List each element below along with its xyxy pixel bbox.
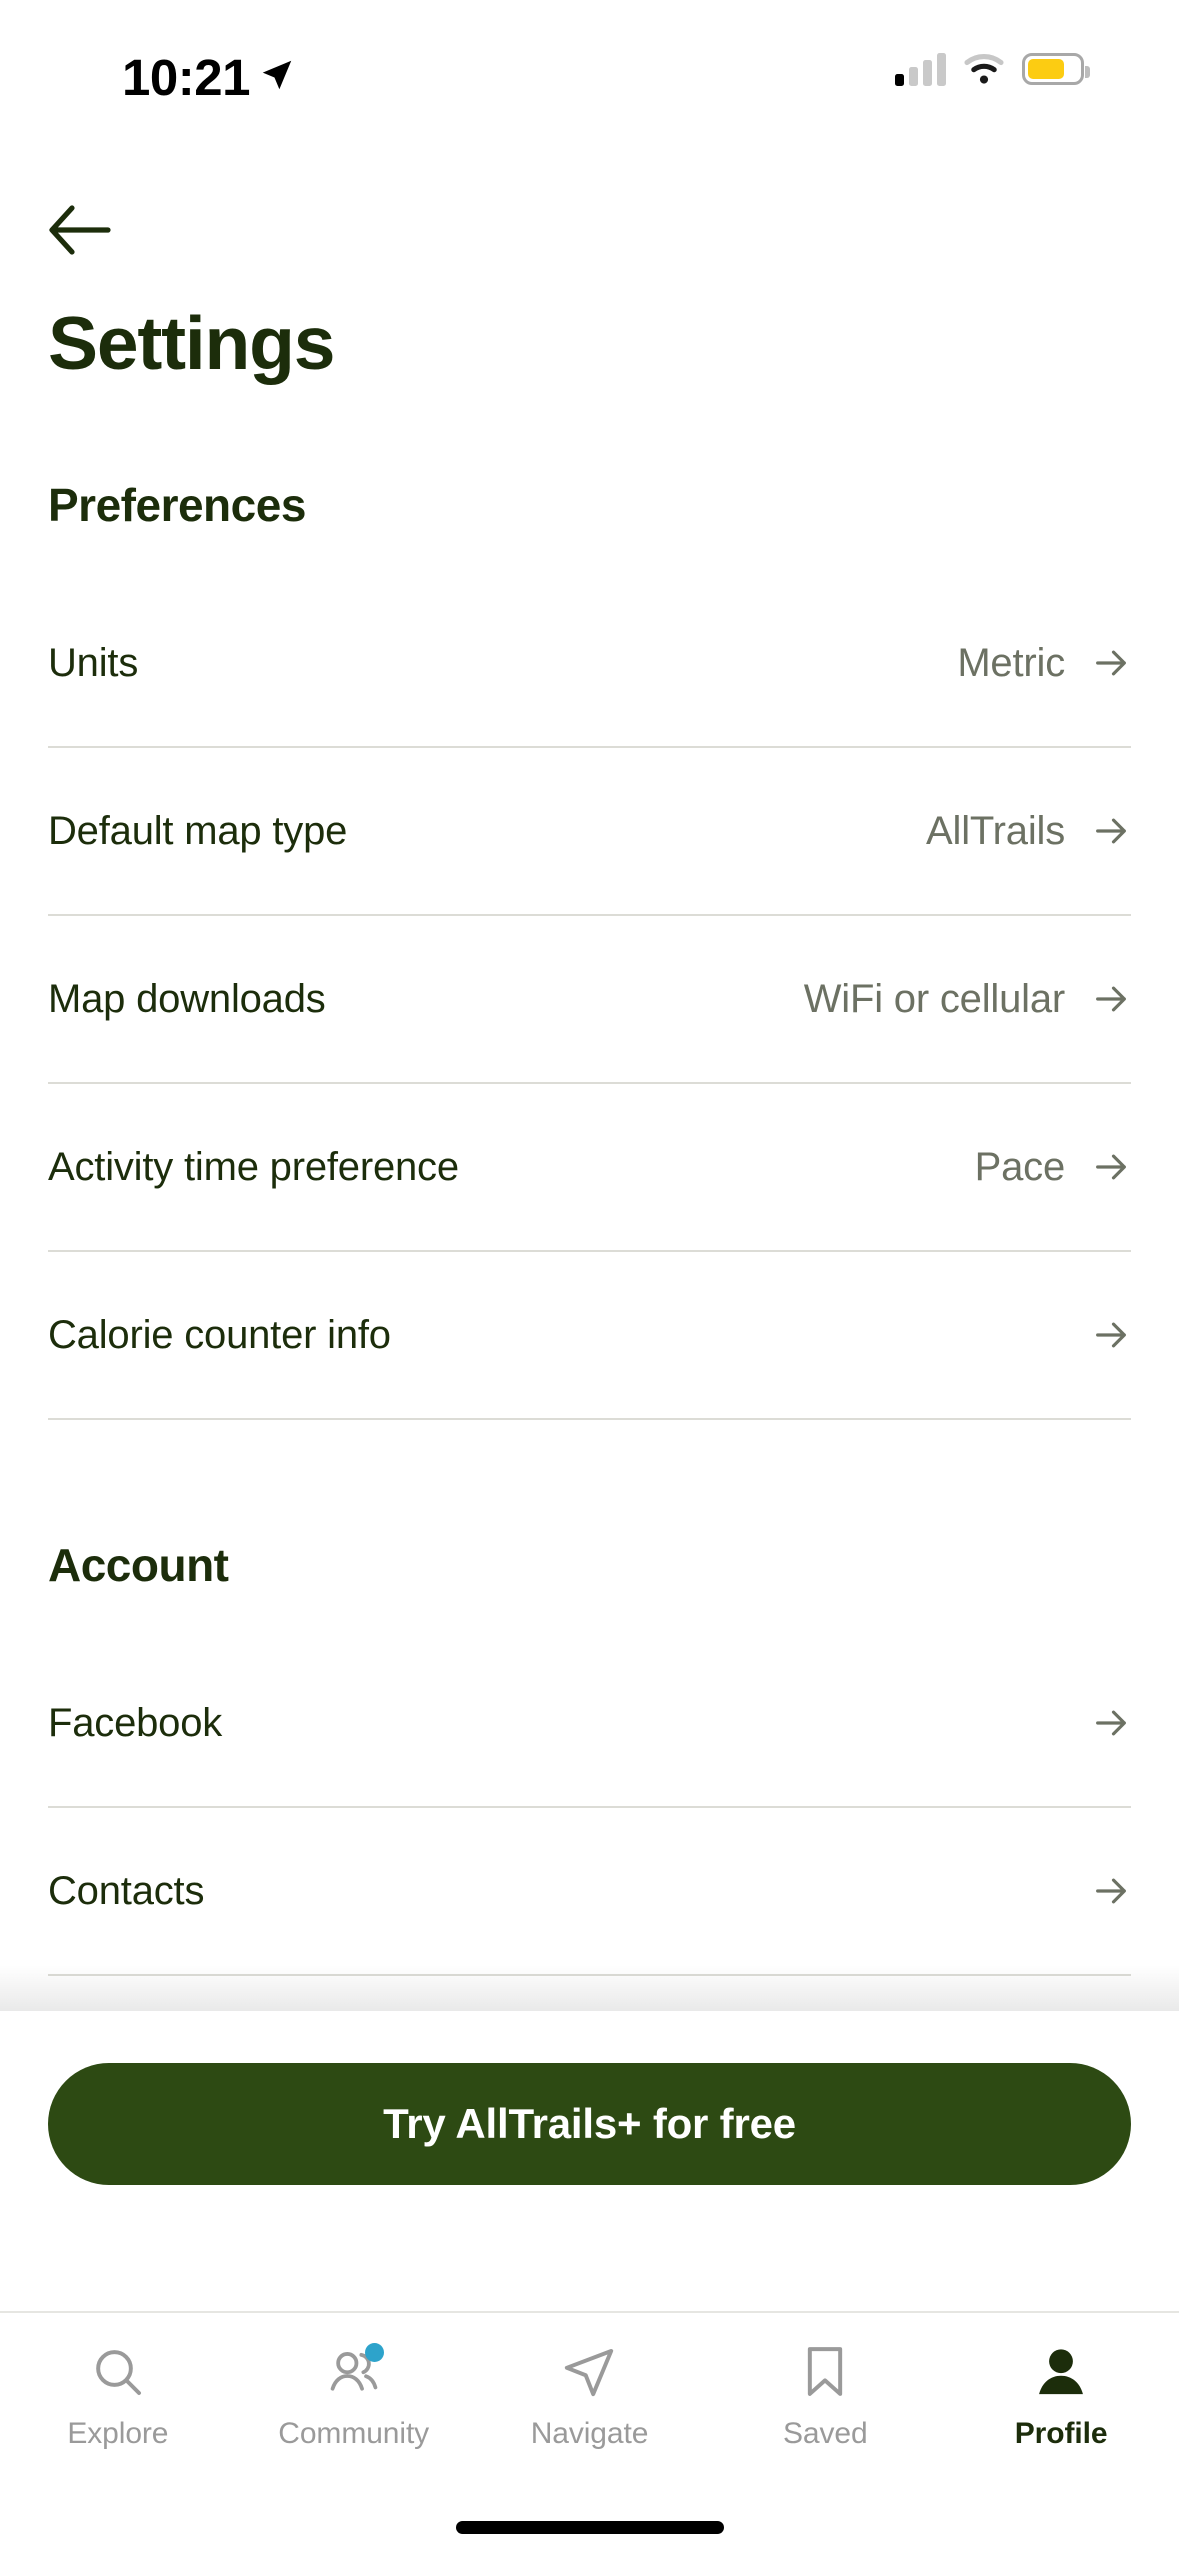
status-bar-time: 10:21 xyxy=(122,49,250,106)
settings-row-map-downloads[interactable]: Map downloads WiFi or cellular xyxy=(48,916,1131,1084)
try-alltrails-plus-button[interactable]: Try AllTrails+ for free xyxy=(48,2063,1131,2185)
people-icon xyxy=(323,2341,385,2403)
row-label: Calorie counter info xyxy=(48,1312,391,1357)
row-label: Activity time preference xyxy=(48,1144,459,1189)
tab-label: Navigate xyxy=(530,2417,649,2450)
row-right xyxy=(1065,1315,1131,1355)
row-right xyxy=(1065,1871,1131,1911)
row-right: WiFi or cellular xyxy=(804,977,1131,1022)
row-value: Pace xyxy=(974,1144,1066,1189)
arrow-left-icon xyxy=(49,205,111,255)
tab-profile[interactable]: Profile xyxy=(943,2341,1179,2451)
arrow-right-icon xyxy=(1096,1710,1126,1736)
bookmark-icon xyxy=(794,2341,856,2403)
home-indicator xyxy=(455,2521,724,2534)
battery-low-power-icon xyxy=(1022,53,1090,85)
status-bar: 10:21 xyxy=(0,0,1179,140)
tab-label: Community xyxy=(278,2417,430,2450)
section-heading-account: Account xyxy=(48,1539,229,1591)
row-label: Facebook xyxy=(48,1700,223,1745)
settings-screen: 10:21 Settings Preferences Units Metric … xyxy=(0,0,1179,2556)
row-value: Metric xyxy=(957,640,1065,685)
tab-saved[interactable]: Saved xyxy=(707,2341,943,2451)
back-button[interactable] xyxy=(48,190,140,270)
arrow-right-icon xyxy=(1096,650,1126,676)
row-label: Contacts xyxy=(48,1868,205,1913)
settings-list[interactable]: Preferences Units Metric Default map typ… xyxy=(0,430,1179,2040)
tab-label: Explore xyxy=(67,2417,169,2450)
status-bar-indicators xyxy=(895,52,1090,86)
wifi-icon xyxy=(964,54,1004,84)
community-notification-badge xyxy=(364,2343,384,2362)
arrow-right-icon xyxy=(1096,1322,1126,1348)
section-heading-preferences: Preferences xyxy=(48,479,306,531)
tab-label: Profile xyxy=(1014,2417,1108,2450)
section-divider-space xyxy=(0,1420,1179,1478)
row-right: Metric xyxy=(957,641,1131,686)
tab-navigate[interactable]: Navigate xyxy=(472,2341,708,2451)
settings-row-calorie-counter-info[interactable]: Calorie counter info xyxy=(48,1252,1131,1420)
preferences-rows: Units Metric Default map type AllTrails xyxy=(0,580,1179,1420)
bottom-tab-bar: Explore Community Navigate Saved Profile xyxy=(0,2311,1179,2556)
row-label: Map downloads xyxy=(48,976,326,1021)
page-title: Settings xyxy=(48,301,335,385)
row-right xyxy=(1065,1703,1131,1743)
paper-plane-icon xyxy=(558,2341,620,2403)
arrow-right-icon xyxy=(1096,986,1126,1012)
settings-row-activity-time-preference[interactable]: Activity time preference Pace xyxy=(48,1084,1131,1252)
row-right: AllTrails xyxy=(926,809,1131,854)
arrow-right-icon xyxy=(1096,818,1126,844)
settings-row-contacts[interactable]: Contacts xyxy=(48,1808,1131,1976)
row-right: Pace xyxy=(975,1145,1131,1190)
search-icon xyxy=(87,2341,149,2403)
row-label: Default map type xyxy=(48,808,348,853)
cellular-signal-icon xyxy=(895,52,946,86)
settings-row-facebook[interactable]: Facebook xyxy=(48,1640,1131,1808)
row-label: Units xyxy=(48,640,139,685)
row-value: WiFi or cellular xyxy=(803,976,1065,1021)
tab-label: Saved xyxy=(783,2417,868,2450)
arrow-right-icon xyxy=(1096,1154,1126,1180)
location-arrow-icon xyxy=(262,60,292,90)
cta-footer: Try AllTrails+ for free xyxy=(0,1965,1179,2311)
settings-row-units[interactable]: Units Metric xyxy=(48,580,1131,748)
tab-explore[interactable]: Explore xyxy=(0,2341,236,2451)
cta-scroll-shadow xyxy=(0,1965,1179,2011)
row-value: AllTrails xyxy=(926,808,1065,853)
settings-row-default-map-type[interactable]: Default map type AllTrails xyxy=(48,748,1131,916)
arrow-right-icon xyxy=(1096,1878,1126,1904)
person-filled-icon xyxy=(1030,2341,1092,2403)
account-rows: Facebook Contacts xyxy=(0,1640,1179,1976)
tab-community[interactable]: Community xyxy=(236,2341,472,2451)
